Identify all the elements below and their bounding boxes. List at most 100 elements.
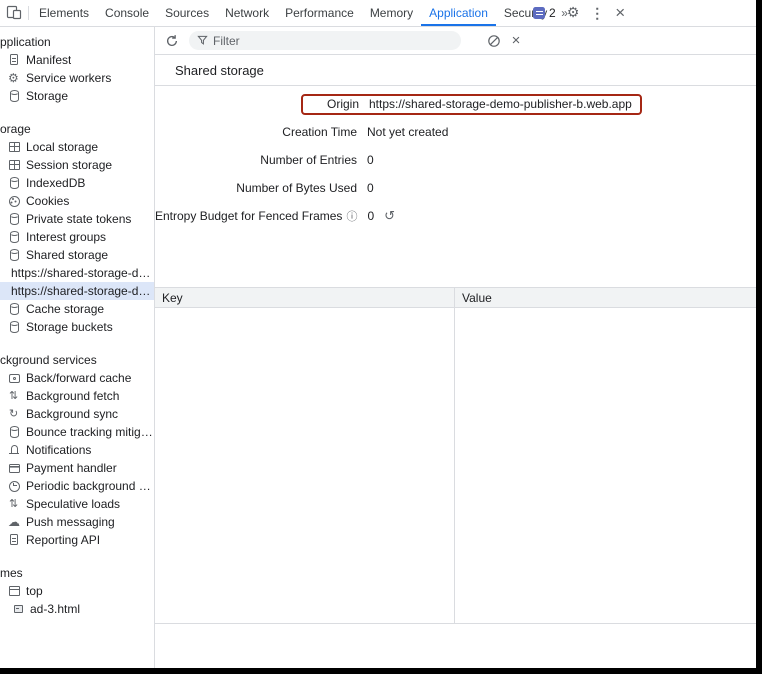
sidebar-item-shared-storage[interactable]: Shared storage <box>0 246 154 264</box>
sidebar-item-speculative-loads[interactable]: Speculative loads <box>0 495 154 513</box>
info-icon[interactable]: ⓘ <box>346 208 357 224</box>
cache-icon <box>7 371 21 385</box>
sidebar-item-push-messaging[interactable]: Push messaging <box>0 513 154 531</box>
sidebar-item-bounce-tracking-mitigations[interactable]: Bounce tracking mitiga… <box>0 423 154 441</box>
section-header-background-services: ckground services <box>0 351 154 369</box>
sidebar-item-private-state-tokens[interactable]: Private state tokens <box>0 210 154 228</box>
table-body <box>155 308 756 624</box>
shared-storage-panel: × Shared storage Origin https://shared-s… <box>155 27 756 668</box>
message-count: 2 <box>549 6 556 20</box>
devtools-tabbar: Elements Console Sources Network Perform… <box>0 0 756 27</box>
sidebar-item-payment-handler[interactable]: Payment handler <box>0 459 154 477</box>
sidebar-item-periodic-background-sync[interactable]: Periodic background s… <box>0 477 154 495</box>
close-devtools-button[interactable]: × <box>615 0 625 26</box>
preview-pane <box>155 624 756 668</box>
entries-label: Number of Entries <box>155 153 357 167</box>
sidebar-item-notifications[interactable]: Notifications <box>0 441 154 459</box>
sidebar-section-application: pplication Manifest Service workers Stor… <box>0 33 154 105</box>
up-down-arrows-icon <box>7 389 21 403</box>
entropy-label: Entropy Budget for Fenced Frames <box>155 209 342 223</box>
entropy-value: 0 <box>367 209 374 223</box>
console-messages-badge[interactable]: 2 <box>533 6 556 20</box>
reset-budget-button[interactable]: ↺ <box>384 209 395 224</box>
column-header-value[interactable]: Value <box>455 288 756 307</box>
sidebar-item-ad3-frame[interactable]: ad-3.html <box>0 600 154 618</box>
value-column-body <box>455 308 756 623</box>
service-worker-gear-icon <box>7 71 21 85</box>
frame-icon <box>7 584 21 598</box>
tabbar-right-controls: 2 ⚙ ⋮ × <box>533 0 625 26</box>
origin-value: https://shared-storage-demo-publisher-b.… <box>369 97 632 111</box>
database-icon <box>7 89 21 103</box>
cookie-icon <box>7 194 21 208</box>
sidebar-item-session-storage[interactable]: Session storage <box>0 156 154 174</box>
clock-icon <box>7 479 21 493</box>
bytes-value: 0 <box>367 181 374 195</box>
sidebar-section-frames: mes top ad-3.html <box>0 564 154 618</box>
creation-time-value: Not yet created <box>367 125 448 139</box>
tab-network[interactable]: Network <box>217 0 277 26</box>
tab-console[interactable]: Console <box>97 0 157 26</box>
up-down-arrows-icon <box>7 497 21 511</box>
clear-filter-button[interactable]: × <box>507 32 525 50</box>
sidebar-item-storage[interactable]: Storage <box>0 87 154 105</box>
filter-box <box>189 31 461 50</box>
cloud-icon <box>7 515 21 529</box>
message-icon <box>533 7 545 19</box>
sidebar-item-indexeddb[interactable]: IndexedDB <box>0 174 154 192</box>
column-header-key[interactable]: Key <box>155 288 455 307</box>
settings-gear-button[interactable]: ⚙ <box>567 0 580 26</box>
toggle-device-toolbar-button[interactable] <box>0 0 28 26</box>
tab-elements[interactable]: Elements <box>31 0 97 26</box>
sidebar-section-storage: orage Local storage Session storage Inde… <box>0 120 154 336</box>
database-icon <box>7 320 21 334</box>
sidebar-item-top-frame[interactable]: top <box>0 582 154 600</box>
sidebar-item-shared-storage-origin-2[interactable]: https://shared-storage-d… <box>0 282 154 300</box>
sidebar-item-service-workers[interactable]: Service workers <box>0 69 154 87</box>
sidebar-item-reporting-api[interactable]: Reporting API <box>0 531 154 549</box>
tab-application[interactable]: Application <box>421 0 496 26</box>
table-header-row: Key Value <box>155 287 756 308</box>
creation-time-label: Creation Time <box>155 125 357 139</box>
sidebar-item-local-storage[interactable]: Local storage <box>0 138 154 156</box>
sidebar-item-manifest[interactable]: Manifest <box>0 51 154 69</box>
field-creation-time: Creation Time Not yet created <box>155 118 756 146</box>
shared-storage-toolbar: × <box>155 27 756 55</box>
sidebar-item-shared-storage-origin-1[interactable]: https://shared-storage-d… <box>0 264 154 282</box>
sidebar-item-background-fetch[interactable]: Background fetch <box>0 387 154 405</box>
database-icon <box>7 302 21 316</box>
bytes-label: Number of Bytes Used <box>155 181 357 195</box>
origin-label: Origin <box>311 97 359 111</box>
tab-performance[interactable]: Performance <box>277 0 362 26</box>
page-title: Shared storage <box>155 55 756 86</box>
iframe-icon <box>11 602 25 616</box>
sidebar-item-cache-storage[interactable]: Cache storage <box>0 300 154 318</box>
kebab-menu-button[interactable]: ⋮ <box>590 0 604 26</box>
document-icon <box>7 533 21 547</box>
tab-memory[interactable]: Memory <box>362 0 421 26</box>
sidebar-item-storage-buckets[interactable]: Storage buckets <box>0 318 154 336</box>
filter-input[interactable] <box>213 34 453 48</box>
clear-all-button[interactable] <box>485 32 503 50</box>
entries-value: 0 <box>367 153 374 167</box>
origin-highlight-box: Origin https://shared-storage-demo-publi… <box>301 94 642 115</box>
sidebar-item-background-sync[interactable]: Background sync <box>0 405 154 423</box>
shared-storage-items-table: Key Value <box>155 287 756 624</box>
toolbar-divider <box>28 6 29 20</box>
key-column-body <box>155 308 455 623</box>
sidebar-item-cookies[interactable]: Cookies <box>0 192 154 210</box>
metadata-view: Origin https://shared-storage-demo-publi… <box>155 86 756 230</box>
refresh-button[interactable] <box>163 32 181 50</box>
section-header-storage: orage <box>0 120 154 138</box>
tab-sources[interactable]: Sources <box>157 0 217 26</box>
database-icon <box>7 425 21 439</box>
database-icon <box>7 176 21 190</box>
bell-icon <box>7 443 21 457</box>
shared-storage-content: Origin https://shared-storage-demo-publi… <box>155 86 756 668</box>
sidebar-item-back-forward-cache[interactable]: Back/forward cache <box>0 369 154 387</box>
devtools-window: Elements Console Sources Network Perform… <box>0 0 762 674</box>
application-sidebar: pplication Manifest Service workers Stor… <box>0 27 155 668</box>
device-toolbar-icon <box>6 4 22 23</box>
sidebar-item-interest-groups[interactable]: Interest groups <box>0 228 154 246</box>
field-origin: Origin https://shared-storage-demo-publi… <box>155 90 756 118</box>
